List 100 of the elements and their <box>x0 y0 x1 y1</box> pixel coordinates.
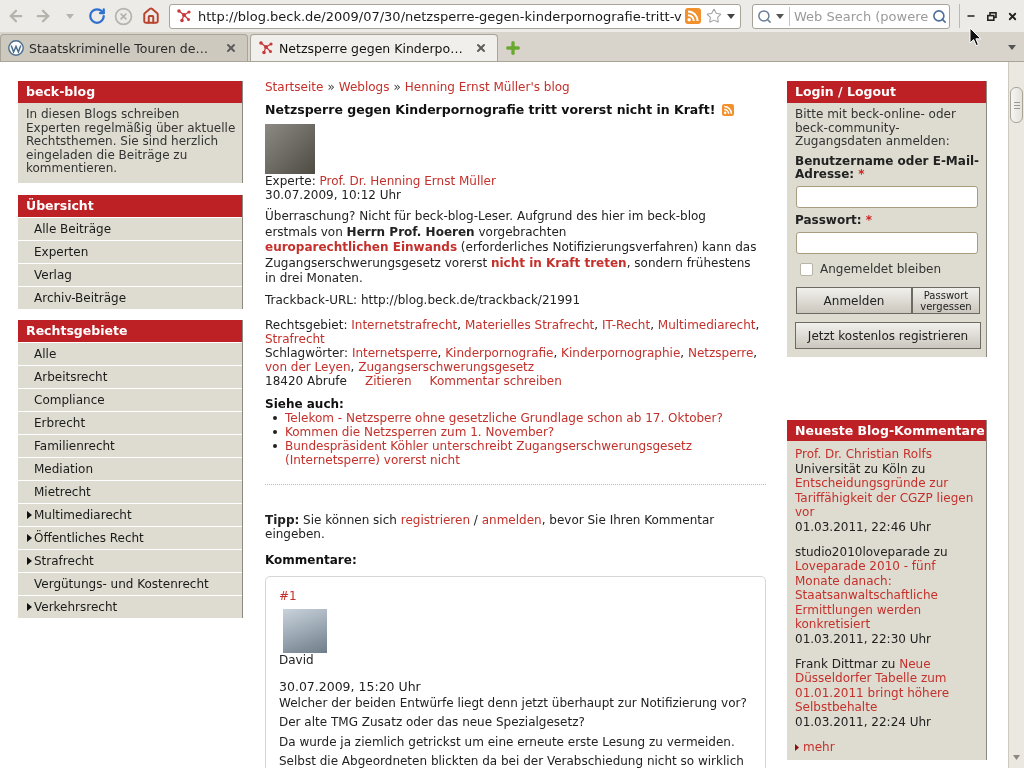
article-title: Netzsperre gegen Kinderpornografie tritt vorerst nicht in Kraft! <box>265 102 716 117</box>
password-field[interactable] <box>796 232 978 254</box>
menu-item[interactable]: Alle <box>18 341 242 365</box>
tag-link[interactable]: Internetsperre <box>351 345 438 360</box>
post-link[interactable]: Entscheidungsgründe zur Tariffähigkeit der CGZP liegen vor <box>795 476 980 520</box>
panel-header: Rechtsgebiete <box>18 319 242 342</box>
tag-line: Schlagwörter: Internetsperre, Kinderpornografie, Kinderpornographie, Netzsperre, von der Leyen, Zugangserschwerungsgesetz <box>265 345 759 374</box>
rss-icon[interactable] <box>722 103 735 116</box>
recent-comment-text: Prof. Dr. Christian Rolfs Universität zu Köln zu Entscheidungsgründe zur Tariffähigkeit der CGZP liegen vor <box>795 447 980 520</box>
close-icon[interactable] <box>475 42 487 54</box>
breadcrumb-link[interactable]: Weblogs <box>338 80 390 94</box>
login-intro: Bitte mit beck-online- oder beck-community-Zugangsdaten anmelden: <box>795 108 957 149</box>
menu-item[interactable]: Archiv-Beiträge <box>18 285 242 309</box>
comment-date: 01.03.2011, 22:24 Uhr <box>795 714 933 729</box>
post-link[interactable]: Düsseldorfer Tabelle zum 01.01.2011 bringt höhere Selbstbehalte <box>795 671 980 715</box>
dots-logo-icon <box>176 8 192 24</box>
bullet-icon <box>273 415 277 420</box>
restore-icon <box>986 11 997 21</box>
scrollbar[interactable] <box>1008 62 1024 768</box>
comment-text: Welcher der beiden Entwürfe liegt denn jetzt überhaupt zur Notifizierung vor? <box>279 694 747 712</box>
comment-date: 01.03.2011, 22:30 Uhr <box>795 631 933 646</box>
circle-logo-icon <box>8 40 24 56</box>
breadcrumb-link[interactable]: Henning Ernst Müller's blog <box>404 80 570 94</box>
post-link[interactable]: Neue <box>899 656 931 671</box>
text-link[interactable]: registrieren <box>400 512 470 527</box>
search-field[interactable]: Web Search (powere <box>752 3 950 29</box>
comment-number-link[interactable]: #1 <box>279 588 297 603</box>
panel-header: beck-blog <box>18 81 242 103</box>
section-heading: Kommentare: <box>265 552 358 567</box>
house-icon <box>141 7 160 25</box>
menu-item[interactable]: Verlag <box>18 262 242 286</box>
url-field[interactable]: http://blog.beck.de/2009/07/30/netzsperre-gegen-kinderpornografie-tritt-v <box>169 3 741 29</box>
author-line: Experte: Prof. Dr. Henning Ernst Müller <box>265 174 497 188</box>
related-link[interactable]: Kommen die Netzsperren zum 1. November? <box>285 424 555 439</box>
text-link[interactable]: europarechtlichen <box>265 240 393 254</box>
plus-icon[interactable] <box>504 38 522 57</box>
field-label: Benutzername oder E-Mail-Adresse: * <box>795 154 980 182</box>
category-line: Rechtsgebiet: Internetstrafrecht, Materielles Strafrecht, IT-Recht, Multimediarecht, Strafrecht <box>265 317 761 346</box>
close-icon[interactable] <box>225 42 237 54</box>
comment-date: 30.07.2009, 15:20 Uhr <box>279 679 421 694</box>
recent-comment-text: studio2010loveparade zu Loveparade 2010 - fünf Monate danach: Staatsanwaltschaftliche Ermittlungen werden konkretisiert <box>795 544 980 632</box>
field-label: Passwort: * <box>795 213 873 227</box>
action-link[interactable]: Kommentar schreiben <box>429 373 562 388</box>
breadcrumb: Startseite » Weblogs » Henning Ernst Müller's blog <box>265 80 571 94</box>
text-link[interactable]: Einwands <box>392 240 458 254</box>
browser-tab[interactable]: Staatskriminelle Touren de… <box>0 34 248 61</box>
caret-icon <box>727 13 735 19</box>
caret-icon <box>65 13 74 19</box>
menu-item[interactable]: Compliance <box>18 387 242 411</box>
comment-text: Selbst die Abgeordneten blickten da bei der Verabschiedung nicht so wirklich <box>279 753 744 768</box>
browser-tab[interactable]: Netzsperre gegen Kinderpo… <box>250 34 498 61</box>
menu-item[interactable]: Verkehrsrecht <box>18 594 242 618</box>
star-icon[interactable] <box>706 8 722 24</box>
photo-placeholder <box>265 124 315 174</box>
login-button[interactable]: Anmelden <box>796 287 912 314</box>
triangle-icon <box>27 556 32 565</box>
category-link[interactable]: Strafrecht <box>265 331 325 346</box>
scrollbar-thumb[interactable] <box>1010 87 1023 123</box>
tag-link[interactable]: Zugangserschwerungsgesetz <box>358 359 535 374</box>
intro-text: In diesen Blogs schreiben Experten regelmäßig über aktuelle Rechtsthemen. Sie sind herzlich eingeladen die Beiträge zu kommentieren. <box>25 106 237 177</box>
menu-item[interactable]: Öffentliches Recht <box>18 525 242 549</box>
menu-item[interactable]: Mediation <box>18 456 242 480</box>
register-button[interactable]: Jetzt kostenlos registrieren <box>795 322 981 349</box>
bullet-icon <box>273 429 277 434</box>
related-link[interactable]: Telekom - Netzsperre ohne gesetzliche Grundlage schon ab 17. Oktober? <box>285 410 723 425</box>
menu-item[interactable]: Mietrecht <box>18 479 242 503</box>
search-icon[interactable] <box>757 8 772 24</box>
rss-icon[interactable] <box>685 8 701 24</box>
author-link[interactable]: Prof. Dr. Henning Ernst Müller <box>319 174 496 188</box>
menu-item[interactable]: Vergütungs- und Kostenrecht <box>18 571 242 595</box>
text-link[interactable]: nicht in Kraft treten <box>490 255 627 270</box>
menu-item[interactable]: Experten <box>18 239 242 263</box>
menu-item[interactable]: Strafrecht <box>18 548 242 572</box>
comment-author: David <box>279 652 314 667</box>
cursor-icon <box>969 27 982 47</box>
search-icon <box>931 8 947 24</box>
caret-icon <box>776 13 784 19</box>
remember-checkbox[interactable] <box>800 262 813 276</box>
more-link[interactable]: mehr <box>795 740 835 755</box>
x-circle-icon <box>114 6 133 26</box>
menu-item[interactable]: Alle Beiträge <box>18 216 242 240</box>
trackback-url: Trackback-URL: http://blog.beck.de/trackback/21991 <box>265 292 582 307</box>
bullet-icon <box>273 443 277 448</box>
username-field[interactable] <box>796 185 978 208</box>
view-count: 18420 Abrufe <box>265 373 347 388</box>
menu-item[interactable]: Familienrecht <box>18 433 242 457</box>
text-link[interactable]: anmelden <box>481 512 542 527</box>
action-link[interactable]: Zitieren <box>364 373 412 388</box>
tag-link[interactable]: von der Leyen <box>265 359 351 374</box>
post-link[interactable]: Loveparade 2010 - fünf Monate danach: Staatsanwaltschaftliche Ermittlungen werden konkretisiert <box>795 559 980 632</box>
menu-item[interactable]: Multimediarecht <box>18 502 242 526</box>
breadcrumb-link[interactable]: Startseite <box>265 80 324 94</box>
related-link[interactable]: Bundespräsident Köhler unterschreibt Zugangserschwerungsgesetz (Internetsperre) vorerst nicht <box>285 438 766 467</box>
post-link[interactable]: Prof. Dr. Christian Rolfs <box>795 447 932 461</box>
forgot-password-button[interactable]: Passwort vergessen <box>912 287 980 314</box>
section-heading: Siehe auch: <box>265 396 345 411</box>
menu-item[interactable]: Arbeitsrecht <box>18 364 242 388</box>
down-arrow-icon[interactable] <box>1013 755 1020 760</box>
search-button[interactable] <box>931 8 947 24</box>
menu-item[interactable]: Erbrecht <box>18 410 242 434</box>
